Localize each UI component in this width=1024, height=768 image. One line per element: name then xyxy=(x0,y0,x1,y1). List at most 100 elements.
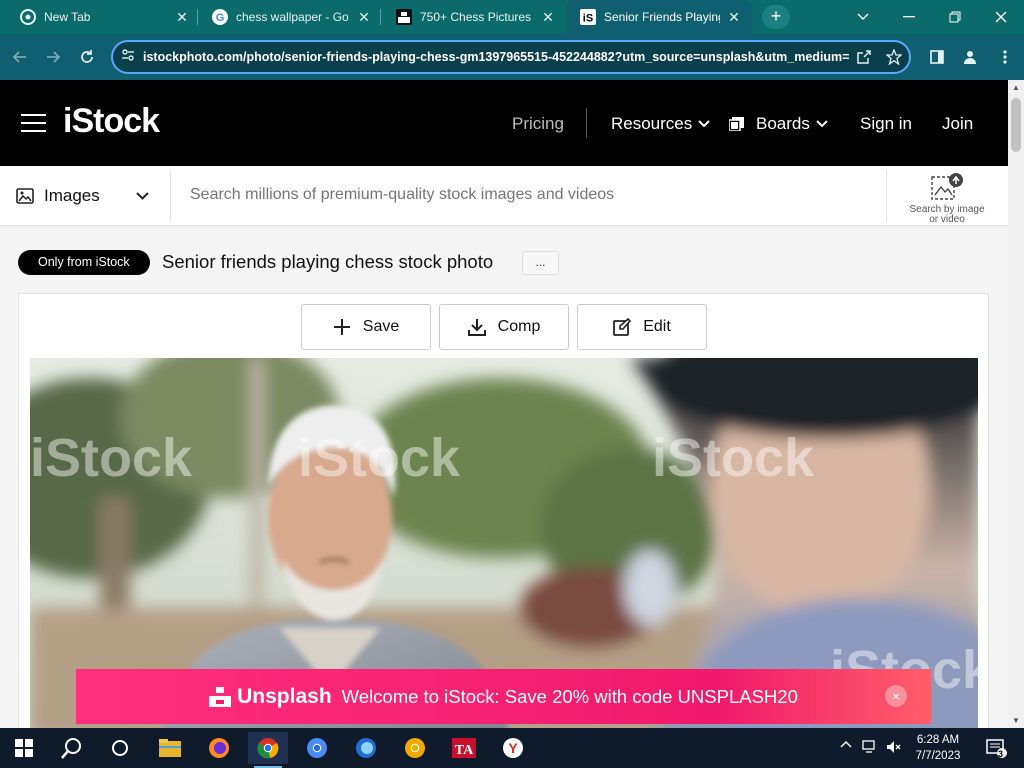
tab-chess-pictures[interactable]: 750+ Chess Pictures | ✕ xyxy=(396,0,556,34)
close-tab-icon[interactable]: ✕ xyxy=(356,9,372,25)
firefox-dev-icon[interactable] xyxy=(346,732,386,764)
sign-in-link[interactable]: Sign in xyxy=(860,114,912,134)
istock-logo[interactable]: iStock xyxy=(63,102,160,141)
forward-icon[interactable] xyxy=(41,45,65,69)
scrollbar-thumb[interactable] xyxy=(1011,98,1021,152)
save-label: Save xyxy=(362,318,400,335)
scroll-down-icon[interactable]: ▼ xyxy=(1012,716,1020,725)
join-link[interactable]: Join xyxy=(942,114,973,134)
nav-boards-label: Boards xyxy=(756,114,810,133)
bookmark-star-icon[interactable] xyxy=(879,49,909,65)
close-promo-icon[interactable]: × xyxy=(885,685,907,707)
task-view-icon[interactable] xyxy=(100,732,140,764)
start-button[interactable] xyxy=(4,732,44,764)
close-tab-icon[interactable]: ✕ xyxy=(726,9,742,25)
unsplash-logo-icon xyxy=(209,686,232,707)
search-icon[interactable] xyxy=(52,732,92,764)
reload-icon[interactable] xyxy=(75,45,99,69)
clock-date: 7/7/2023 xyxy=(915,750,961,762)
tab-title: 750+ Chess Pictures | xyxy=(420,10,534,24)
tab-senior-friends[interactable]: iS Senior Friends Playing ✕ xyxy=(566,0,752,34)
chevron-down-icon xyxy=(816,120,828,128)
address-bar[interactable]: istockphoto.com/photo/senior-friends-pla… xyxy=(111,40,911,74)
watermark: iStock xyxy=(30,428,193,488)
firefox-icon[interactable] xyxy=(199,732,239,764)
promo-banner[interactable]: Unsplash Welcome to iStock: Save 20% wit… xyxy=(76,669,931,724)
url-text[interactable]: istockphoto.com/photo/senior-friends-pla… xyxy=(143,50,849,64)
edit-label: Edit xyxy=(643,318,671,335)
camera-search-icon xyxy=(931,173,963,200)
image-icon xyxy=(16,188,34,204)
search-by-image-label: or video xyxy=(929,214,965,225)
only-from-istock-badge: Only from iStock xyxy=(18,250,150,275)
yandex-icon[interactable]: Y xyxy=(493,732,533,764)
search-bar: Images Search by image or video xyxy=(0,166,1008,226)
minimize-button[interactable] xyxy=(886,0,932,34)
close-window-button[interactable] xyxy=(978,0,1024,34)
chrome-taskbar-icon[interactable] xyxy=(248,732,288,768)
notifications-icon[interactable]: 3 xyxy=(976,732,1016,764)
volume-muted-icon[interactable] xyxy=(886,740,902,757)
plus-icon xyxy=(333,319,350,335)
windows-logo-icon xyxy=(15,739,33,757)
network-icon[interactable] xyxy=(862,740,878,757)
nav-pricing[interactable]: Pricing xyxy=(512,114,564,134)
close-tab-icon[interactable]: ✕ xyxy=(540,9,556,25)
search-type-label: Images xyxy=(44,186,100,205)
share-icon[interactable] xyxy=(849,49,879,65)
watermark: iStock xyxy=(298,428,461,488)
scroll-up-icon[interactable]: ▲ xyxy=(1012,83,1020,92)
more-button[interactable]: ... xyxy=(522,251,559,275)
show-hidden-icons[interactable] xyxy=(840,739,852,751)
tab-title: chess wallpaper - Go xyxy=(236,10,349,24)
unsplash-brand: Unsplash xyxy=(209,685,332,709)
canary-icon[interactable] xyxy=(395,732,435,764)
chevron-down-icon xyxy=(698,120,710,128)
google-icon: G xyxy=(212,9,228,25)
search-divider xyxy=(170,170,171,222)
watermark: iStock xyxy=(652,428,815,488)
file-explorer-icon[interactable] xyxy=(150,732,190,764)
chromium-icon[interactable] xyxy=(297,732,337,764)
browser-menu-icon[interactable] xyxy=(993,45,1017,69)
page-title: Senior friends playing chess stock photo xyxy=(162,251,494,272)
search-input[interactable] xyxy=(190,186,870,204)
promo-message: Welcome to iStock: Save 20% with code UN… xyxy=(341,685,798,707)
text-app-icon[interactable]: TA xyxy=(444,732,484,764)
istock-header: iStock Pricing Resources Boards Sign in … xyxy=(0,80,1008,166)
side-panel-icon[interactable] xyxy=(925,45,949,69)
restore-button[interactable] xyxy=(932,0,978,34)
system-clock[interactable]: 6:28 AM 7/7/2023 xyxy=(910,732,966,764)
search-type-dropdown[interactable]: Images xyxy=(16,186,149,206)
tab-new-tab[interactable]: New Tab ✕ xyxy=(20,0,190,34)
web-page: iStock Pricing Resources Boards Sign in … xyxy=(0,80,1024,728)
boards-icon xyxy=(729,117,744,131)
nav-boards[interactable]: Boards xyxy=(729,114,828,134)
chevron-down-icon xyxy=(136,192,149,200)
comp-button[interactable]: Comp xyxy=(439,304,569,350)
clock-time: 6:28 AM xyxy=(916,734,960,746)
close-tab-icon[interactable]: ✕ xyxy=(174,9,190,25)
svg-text:Y: Y xyxy=(508,740,518,756)
profile-icon[interactable] xyxy=(958,45,982,69)
browser-tab-strip: New Tab ✕ G chess wallpaper - Go ✕ 750+ … xyxy=(0,0,1024,34)
photo-card: Save Comp Edit iStock iStock iStock xyxy=(18,293,989,728)
site-info-icon[interactable] xyxy=(113,48,143,67)
edit-button[interactable]: Edit xyxy=(577,304,707,350)
back-icon[interactable] xyxy=(8,45,32,69)
svg-text:G: G xyxy=(216,12,225,24)
edit-icon xyxy=(613,318,632,336)
tab-chess-wallpaper[interactable]: G chess wallpaper - Go ✕ xyxy=(212,0,372,34)
save-button[interactable]: Save xyxy=(301,304,431,350)
page-scrollbar[interactable]: ▲ ▼ xyxy=(1008,80,1024,728)
nav-resources[interactable]: Resources xyxy=(611,114,710,134)
notification-count: 3 xyxy=(998,749,1004,759)
tab-separator xyxy=(380,9,381,25)
unsplash-brand-label: Unsplash xyxy=(237,684,332,708)
hamburger-menu-icon[interactable] xyxy=(21,114,46,132)
new-tab-button[interactable]: + xyxy=(762,5,790,29)
search-by-image-button[interactable]: Search by image or video xyxy=(890,172,1004,225)
tab-search-icon[interactable] xyxy=(840,0,886,34)
chrome-icon xyxy=(20,9,36,25)
tab-separator xyxy=(197,9,198,25)
